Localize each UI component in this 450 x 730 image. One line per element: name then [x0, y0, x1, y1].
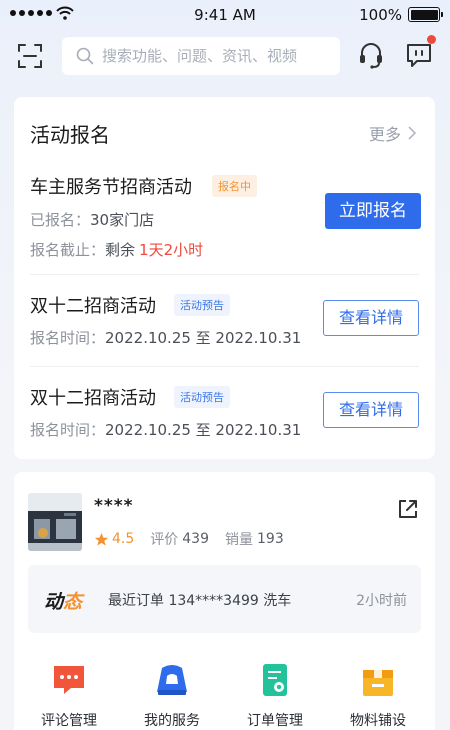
- activity-item: 双十二招商活动 活动预告 报名时间：2022.10.25 至 2022.10.3…: [14, 275, 435, 365]
- message-icon[interactable]: [404, 40, 434, 70]
- menu-label: 订单管理: [247, 713, 303, 729]
- dynamic-logo: 动态: [44, 587, 82, 614]
- store-name: ****: [94, 496, 134, 516]
- search-input[interactable]: [102, 47, 332, 65]
- status-badge: 活动预告: [174, 294, 230, 316]
- chevron-right-icon: [408, 126, 417, 140]
- activity-title: 车主服务节招商活动: [30, 177, 192, 198]
- dynamic-logo-a: 动: [44, 591, 64, 613]
- status-bar: 9:41 AM 100%: [0, 0, 450, 30]
- view-details-button[interactable]: 查看详情: [323, 300, 419, 336]
- dynamic-feed[interactable]: 动态 最近订单 134****3499 洗车 2小时前: [28, 565, 421, 633]
- signup-period: 报名时间：2022.10.25 至 2022.10.31: [30, 327, 301, 348]
- scan-icon[interactable]: [16, 42, 44, 70]
- sales-count: 193: [257, 531, 284, 547]
- battery-percent: 100%: [359, 6, 402, 24]
- deadline-value: 1天2小时: [139, 241, 204, 259]
- activity-card-title: 活动报名: [30, 123, 110, 147]
- review-label: 评价: [150, 532, 179, 548]
- menu-label: 物料铺设: [350, 713, 406, 729]
- store-score: 4.5: [112, 531, 135, 547]
- search-icon: [76, 47, 94, 65]
- menu-label: 我的服务: [144, 713, 200, 729]
- car-service-icon: [157, 665, 187, 695]
- order-icon: [263, 664, 287, 696]
- star-icon: [94, 532, 109, 546]
- signup-period-value: 2022.10.25 至 2022.10.31: [105, 421, 302, 439]
- signup-period-label: 报名时间：: [30, 421, 106, 439]
- signup-period-label: 报名时间：: [30, 329, 106, 347]
- signup-deadline: 报名截止：剩余 1天2小时: [30, 239, 203, 260]
- deadline-label: 报名截止：: [30, 241, 106, 259]
- signup-count-value: 30家门店: [90, 211, 155, 229]
- menu-item-comment-management[interactable]: 评论管理: [19, 654, 119, 730]
- comment-icon: [54, 666, 84, 694]
- dynamic-time: 2小时前: [356, 593, 407, 609]
- activity-card: 活动报名 更多 车主服务节招商活动 报名中 已报名：30家门店 报名截止：剩余 1…: [14, 97, 435, 459]
- quick-menu: 评论管理 我的服务 订单管理 物料铺设: [14, 654, 435, 730]
- notification-badge: [427, 35, 436, 44]
- more-label: 更多: [368, 125, 401, 144]
- store-stats: 4.5 评价 439 销量 193: [94, 529, 300, 549]
- menu-item-order-management[interactable]: 订单管理: [225, 654, 325, 730]
- deadline-remaining-label: 剩余: [105, 241, 136, 259]
- store-photo[interactable]: [28, 493, 82, 551]
- activity-item: 车主服务节招商活动 报名中 已报名：30家门店 报名截止：剩余 1天2小时 立即报…: [14, 163, 435, 273]
- review-count: 439: [182, 531, 209, 547]
- store-card: **** 4.5 评价 439 销量 193 动态 最近订单 134****34…: [14, 472, 435, 730]
- menu-label: 评论管理: [41, 713, 97, 729]
- status-badge: 报名中: [212, 175, 257, 197]
- activity-title: 双十二招商活动: [30, 296, 156, 317]
- materials-icon: [363, 665, 393, 696]
- signup-count: 已报名：30家门店: [30, 209, 154, 230]
- signup-now-button[interactable]: 立即报名: [325, 193, 421, 229]
- menu-item-my-services[interactable]: 我的服务: [122, 654, 222, 730]
- signup-period: 报名时间：2022.10.25 至 2022.10.31: [30, 419, 301, 440]
- dynamic-text: 最近订单 134****3499 洗车: [108, 593, 292, 609]
- activity-item: 双十二招商活动 活动预告 报名时间：2022.10.25 至 2022.10.3…: [14, 367, 435, 457]
- more-link[interactable]: 更多: [369, 121, 417, 145]
- battery-icon: [408, 7, 443, 22]
- activity-title: 双十二招商活动: [30, 388, 156, 409]
- view-details-button[interactable]: 查看详情: [323, 392, 419, 428]
- menu-item-materials[interactable]: 物料铺设: [328, 654, 428, 730]
- share-icon[interactable]: [397, 498, 419, 520]
- sales-label: 销量: [225, 532, 253, 548]
- signup-count-label: 已报名：: [30, 211, 91, 229]
- signup-period-value: 2022.10.25 至 2022.10.31: [105, 329, 302, 347]
- status-badge: 活动预告: [174, 386, 230, 408]
- headset-icon[interactable]: [356, 40, 386, 70]
- dynamic-logo-b: 态: [63, 591, 83, 613]
- search-bar[interactable]: [62, 37, 340, 75]
